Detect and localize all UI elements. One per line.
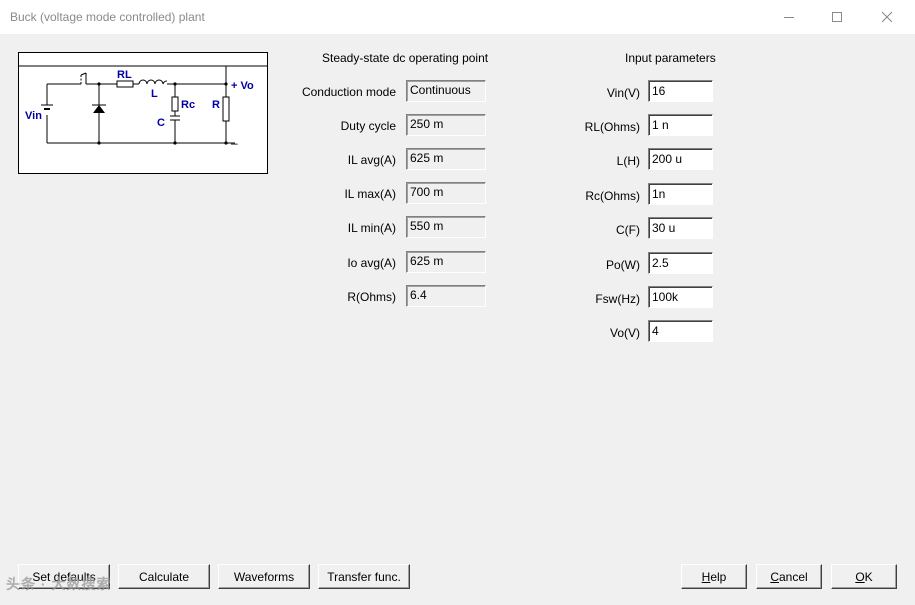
minimize-icon — [784, 17, 794, 18]
op-value-il-avg: 625 m — [406, 148, 486, 170]
cancel-button[interactable]: Cancel — [756, 564, 822, 589]
watermark-text: 头条 · 大数搜索 — [6, 576, 112, 592]
op-value-io-avg: 625 m — [406, 251, 486, 273]
waveforms-button[interactable]: Waveforms — [218, 564, 310, 589]
schem-label-vin: Vin — [25, 110, 42, 122]
title-bar: Buck (voltage mode controlled) plant — [0, 0, 915, 34]
ok-label: K — [864, 569, 873, 584]
ip-label-po: Po(W) — [606, 258, 640, 272]
ip-label-vin: Vin(V) — [606, 86, 640, 100]
po-input[interactable] — [648, 252, 713, 274]
schem-label-rl: RL — [117, 69, 132, 81]
ip-label-l: L(H) — [616, 154, 640, 168]
ip-label-vo: Vo(V) — [609, 326, 640, 340]
c-input[interactable] — [648, 217, 713, 239]
schem-label-minus: – — [231, 136, 238, 150]
schem-label-l: L — [151, 88, 158, 100]
cancel-label: ancel — [778, 569, 808, 584]
transfer-func-label: Transfer func. — [327, 569, 401, 584]
ip-label-rc: Rc(Ohms) — [585, 189, 640, 203]
close-button[interactable] — [864, 0, 910, 34]
op-label-il-min: IL min(A) — [347, 221, 396, 235]
vo-input[interactable] — [648, 320, 713, 342]
schem-label-c: C — [157, 117, 165, 129]
l-input[interactable] — [648, 148, 713, 170]
op-label-il-avg: IL avg(A) — [347, 153, 396, 167]
ip-label-rl: RL(Ohms) — [584, 120, 640, 134]
help-mnemonic: H — [701, 569, 711, 584]
maximize-button[interactable] — [814, 0, 860, 34]
op-label-conduction-mode: Conduction mode — [301, 85, 396, 99]
op-value-il-min: 550 m — [406, 216, 486, 238]
fsw-input[interactable] — [648, 286, 713, 308]
op-label-duty-cycle: Duty cycle — [340, 119, 396, 133]
op-value-r-ohms: 6.4 — [406, 285, 486, 307]
transfer-func-button[interactable]: Transfer func. — [318, 564, 410, 589]
ok-mnemonic: O — [855, 569, 865, 584]
close-icon — [881, 11, 893, 23]
buck-schematic: Vin RL L Rc C R + Vo – — [18, 52, 268, 174]
op-value-duty-cycle: 250 m — [406, 114, 486, 136]
calculate-button[interactable]: Calculate — [118, 564, 210, 589]
help-button[interactable]: Help — [681, 564, 747, 589]
op-label-io-avg: Io avg(A) — [347, 256, 396, 270]
rl-input[interactable] — [648, 114, 713, 136]
cancel-mnemonic: C — [770, 569, 779, 584]
waveforms-label: Waveforms — [233, 569, 295, 584]
window-title: Buck (voltage mode controlled) plant — [10, 10, 205, 24]
minimize-button[interactable] — [766, 0, 812, 34]
schem-label-rc: Rc — [181, 99, 195, 111]
schem-label-r: R — [212, 99, 220, 111]
buck-circuit-diagram: Vin RL L Rc C R + Vo – — [19, 65, 267, 150]
operating-point-header: Steady-state dc operating point — [322, 51, 489, 65]
ip-label-c: C(F) — [616, 223, 640, 237]
input-parameters-header: Input parameters — [625, 51, 716, 65]
schem-label-vo: + Vo — [231, 80, 254, 92]
op-value-conduction-mode: Continuous — [406, 80, 486, 102]
op-value-il-max: 700 m — [406, 182, 486, 204]
rc-input[interactable] — [648, 183, 713, 205]
op-label-r-ohms: R(Ohms) — [347, 290, 396, 304]
ip-label-fsw: Fsw(Hz) — [595, 292, 640, 306]
ok-button[interactable]: OK — [831, 564, 897, 589]
op-label-il-max: IL max(A) — [344, 187, 396, 201]
vin-input[interactable] — [648, 80, 713, 102]
help-label: elp — [710, 569, 727, 584]
calculate-label: Calculate — [138, 569, 190, 584]
maximize-icon — [832, 12, 842, 22]
